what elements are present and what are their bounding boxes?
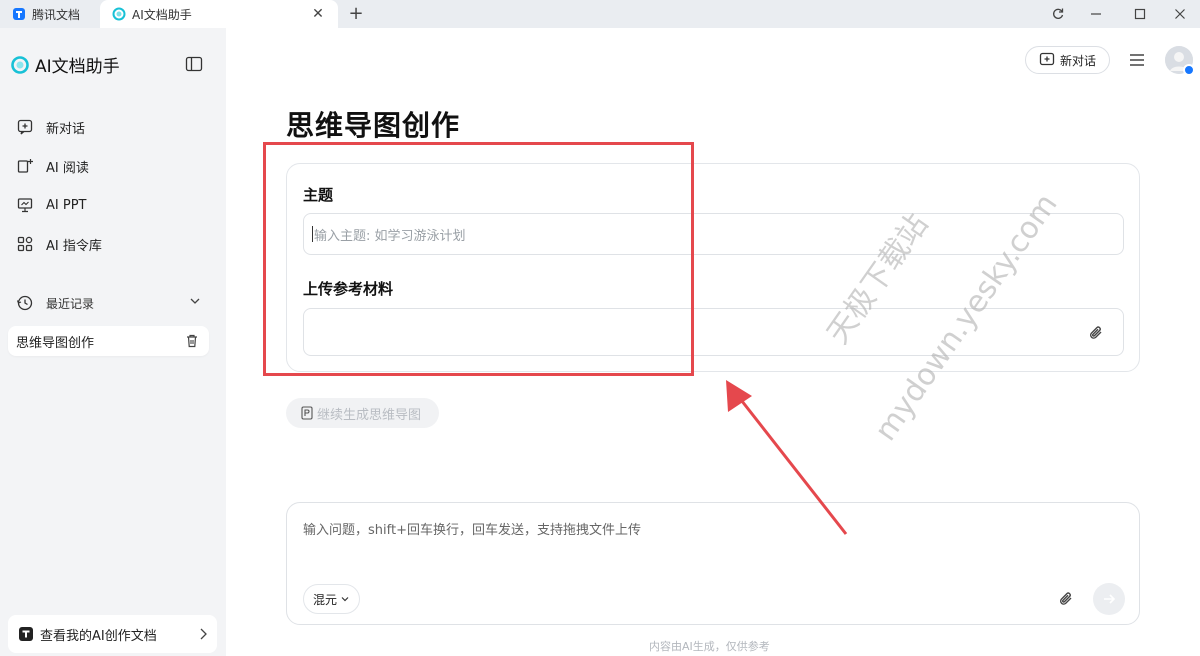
sidebar-item-ai-read[interactable]: AI 阅读 [16, 155, 89, 177]
tab-label: AI文档助手 [132, 7, 192, 22]
annotation-highlight-box [263, 142, 694, 376]
tab-ai-doc-assistant[interactable]: AI文档助手 ✕ [100, 0, 338, 28]
send-arrow-icon [1104, 594, 1116, 604]
send-button[interactable] [1093, 583, 1125, 615]
avatar[interactable] [1165, 46, 1195, 76]
prompt-library-icon [16, 235, 34, 253]
brand: AI文档助手 [10, 52, 120, 77]
brand-name: AI文档助手 [35, 57, 120, 77]
sidebar-item-label: AI PPT [46, 197, 87, 213]
collapse-sidebar-icon[interactable] [185, 56, 203, 72]
generate-mindmap-label: 继续生成思维导图 [317, 407, 422, 423]
model-select-label: 混元 [312, 592, 337, 607]
sidebar-item-label: AI 阅读 [46, 160, 89, 176]
refresh-icon[interactable] [1048, 4, 1068, 24]
ppt-icon [16, 196, 34, 214]
trash-icon[interactable] [185, 333, 199, 349]
menu-icon[interactable] [1128, 52, 1146, 68]
chevron-down-icon [190, 298, 200, 304]
history-item-label: 思维导图创作 [16, 335, 95, 351]
ai-assistant-icon [112, 7, 126, 21]
sidebar-item-ai-ppt[interactable]: AI PPT [16, 194, 86, 216]
history-item[interactable]: 思维导图创作 [8, 326, 209, 356]
new-tab-button[interactable]: + [346, 4, 366, 24]
new-chat-button[interactable]: 新对话 [1025, 46, 1110, 74]
history-icon [16, 295, 33, 311]
chat-input[interactable]: 输入问题，shift+回车换行，回车发送，支持拖拽文件上传 [303, 519, 1103, 538]
my-ai-docs-link[interactable]: 查看我的AI创作文档 [8, 615, 217, 653]
document-icon [301, 406, 313, 420]
browser-tab-bar: 腾讯文档 AI文档助手 ✕ + [0, 0, 1200, 28]
new-chat-icon [1039, 52, 1055, 66]
generate-mindmap-button[interactable]: 继续生成思维导图 [286, 398, 439, 428]
paperclip-icon[interactable] [1087, 323, 1105, 343]
avatar-status-badge [1183, 64, 1195, 76]
new-chat-icon [16, 118, 34, 136]
model-select[interactable]: 混元 [303, 584, 360, 614]
maximize-icon[interactable] [1130, 4, 1150, 24]
ai-disclaimer: 内容由AI生成，仅供参考 [649, 640, 770, 653]
sidebar-item-label: 新对话 [46, 121, 86, 137]
chevron-right-icon [200, 628, 207, 640]
new-chat-label: 新对话 [1059, 53, 1096, 68]
sidebar: AI文档助手 新对话 AI 阅读 AI PPT AI 指令库 最近记录 思维导图… [0, 28, 226, 656]
sidebar-item-ai-prompt-library[interactable]: AI 指令库 [16, 233, 102, 255]
sidebar-item-new-chat[interactable]: 新对话 [16, 116, 85, 138]
my-ai-docs-label: 查看我的AI创作文档 [40, 628, 157, 644]
brand-logo-icon [11, 55, 29, 74]
read-icon [16, 157, 34, 175]
page-title: 思维导图创作 [286, 109, 461, 142]
chevron-down-icon [341, 597, 349, 602]
recent-records-label: 最近记录 [46, 296, 95, 311]
tencent-docs-icon [12, 7, 26, 21]
close-window-icon[interactable] [1170, 4, 1190, 24]
tab-label: 腾讯文档 [32, 7, 81, 22]
close-tab-icon[interactable]: ✕ [310, 6, 326, 22]
minimize-icon[interactable] [1086, 4, 1106, 24]
sidebar-item-label: AI 指令库 [46, 238, 102, 254]
recent-records-toggle[interactable]: 最近记录 [16, 292, 202, 314]
tencent-docs-icon [19, 627, 33, 641]
chat-input-box[interactable]: 输入问题，shift+回车换行，回车发送，支持拖拽文件上传 混元 [286, 502, 1140, 625]
paperclip-icon[interactable] [1057, 589, 1075, 609]
tab-tencent-docs[interactable]: 腾讯文档 [0, 0, 100, 28]
